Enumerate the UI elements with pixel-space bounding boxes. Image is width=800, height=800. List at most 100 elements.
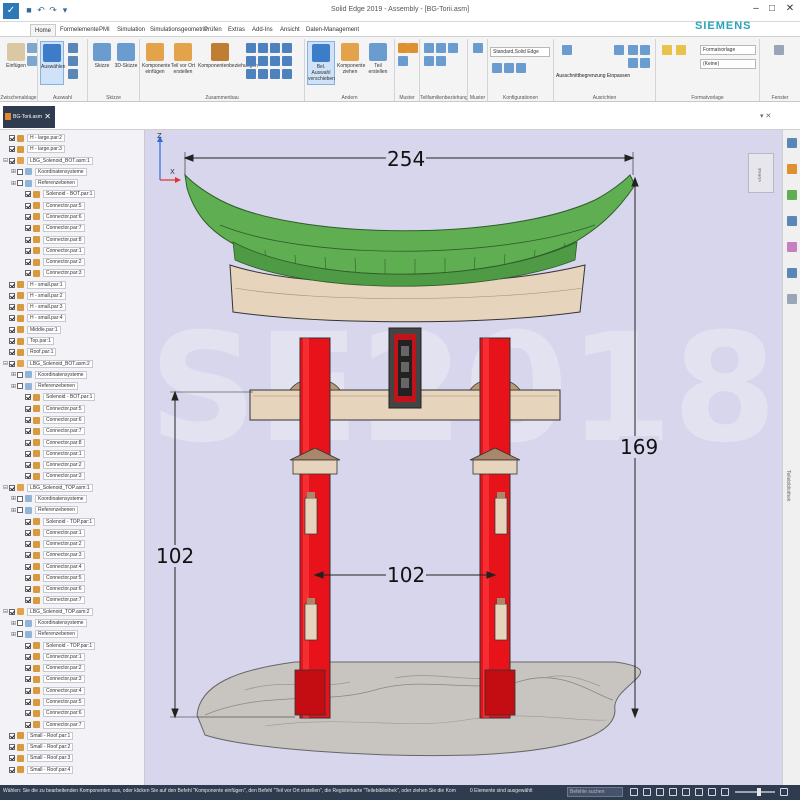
tree-row[interactable]: Connector.par:7 [18,719,85,731]
tree-visibility-checkbox[interactable] [25,574,31,581]
explode-config-icon[interactable] [504,63,514,73]
tree-visibility-checkbox[interactable] [17,620,23,627]
tree-row[interactable]: Connector.par:3 [18,470,85,482]
display-config-icon[interactable] [492,63,502,73]
tree-visibility-checkbox[interactable] [25,259,31,266]
tree-visibility-checkbox[interactable] [25,428,31,435]
tree-row[interactable]: Connector.par:5 [18,696,85,708]
tree-expander-icon[interactable]: ⊞ [10,180,17,187]
zoom-area-status-icon[interactable] [669,788,677,796]
tree-row[interactable]: ⊟ LBG_Solenoid_TOP.asm:1 [2,482,93,494]
zoom-slider[interactable] [735,791,775,793]
tree-visibility-checkbox[interactable] [9,292,15,299]
dimension-span-102[interactable]: 102 [386,564,427,586]
style-cube-icon[interactable] [662,45,672,55]
tab-add-ins[interactable]: Add-Ins [248,24,277,36]
alerts-dock-icon[interactable] [787,268,797,278]
pan-icon[interactable] [628,58,638,68]
save-icon[interactable]: ■ [24,5,34,15]
tree-row[interactable]: Solenoid - BOT.par:1 [18,391,96,403]
tree-row[interactable]: Connector.par:1 [18,651,85,663]
tree-row[interactable]: Connector.par:3 [18,549,85,561]
tree-visibility-checkbox[interactable] [25,270,31,277]
select-all-icon[interactable] [68,69,78,79]
tree-visibility-checkbox[interactable] [25,462,31,469]
tree-visibility-checkbox[interactable] [25,541,31,548]
family-edit-icon[interactable] [436,56,446,66]
tree-row[interactable]: ⊞ Referenzebenen [10,177,78,189]
tree-visibility-checkbox[interactable] [9,744,15,751]
tree-row[interactable]: Connector.par:6 [18,707,85,719]
tree-visibility-checkbox[interactable] [17,180,23,187]
window-arrange-icon[interactable] [774,45,784,55]
family-relation-icon[interactable] [448,43,458,53]
assembly-relations-button[interactable]: Komponentenbeziehungen [198,41,258,85]
tree-row[interactable]: Connector.par:7 [18,594,85,606]
tree-visibility-checkbox[interactable] [9,326,15,333]
family-icon[interactable] [424,43,434,53]
tree-row[interactable]: Top.par:1 [2,335,54,347]
tree-visibility-checkbox[interactable] [17,507,23,514]
tree-visibility-checkbox[interactable] [25,236,31,243]
tree-row[interactable]: Connector.par:3 [18,673,85,685]
tree-row[interactable]: Connector.par:5 [18,200,85,212]
tree-visibility-checkbox[interactable] [25,417,31,423]
connect-icon[interactable] [258,56,268,66]
copy-icon[interactable] [27,56,37,66]
search-icon[interactable] [630,788,638,796]
features-dock-icon[interactable] [787,294,797,304]
tree-row[interactable]: Small - Roof.par:3 [2,752,74,764]
command-search-input[interactable]: Befehle suchen [567,787,623,797]
tab-home[interactable]: Home [30,24,57,36]
mate-icon[interactable] [258,43,268,53]
cut-icon[interactable] [27,43,37,53]
rigid-set-icon[interactable] [282,69,292,79]
tree-visibility-checkbox[interactable] [25,642,31,649]
tree-row[interactable]: Connector.par:2 [18,256,85,268]
family-member-icon[interactable] [436,43,446,53]
tree-row[interactable]: ⊞ Referenzebenen [10,628,78,640]
dimension-height-169[interactable]: 169 [619,436,660,458]
fullscreen-icon[interactable] [780,788,788,796]
planar-align-icon[interactable] [270,43,280,53]
tree-visibility-checkbox[interactable] [25,676,31,683]
tree-visibility-checkbox[interactable] [9,732,15,739]
tree-row[interactable]: ⊞ Koordinatensysteme [10,166,87,178]
zoom-icon[interactable] [640,45,650,55]
tree-visibility-checkbox[interactable] [25,450,31,457]
tree-row[interactable]: Middle.par:1 [2,324,61,336]
cam-icon[interactable] [246,69,256,79]
path-icon[interactable] [270,69,280,79]
tree-row[interactable]: Connector.par:6 [18,583,85,595]
parts-library-dock-icon[interactable] [787,164,797,174]
tree-row[interactable]: Connector.par:5 [18,403,85,415]
tree-row[interactable]: Connector.par:2 [18,662,85,674]
sensors-dock-icon[interactable] [787,216,797,226]
tree-expander-icon[interactable]: ⊞ [10,631,17,638]
tree-row[interactable]: H - small.par:3 [2,301,66,313]
tree-visibility-checkbox[interactable] [9,281,15,288]
pattern-icon[interactable] [398,43,408,53]
tree-visibility-checkbox[interactable] [9,755,15,762]
minimize-button[interactable]: – [748,2,764,16]
style-combo[interactable]: Formatvorlage [700,45,756,55]
tree-visibility-checkbox[interactable] [25,721,31,728]
3d-sketch-button[interactable]: 3D-Skizze [114,41,138,85]
reports-dock-icon[interactable] [787,242,797,252]
tree-visibility-checkbox[interactable] [25,394,31,401]
insert-component-button[interactable]: Komponente einfügen [142,41,170,85]
part-in-place-button[interactable]: Teil vor Ort erstellen [170,41,196,85]
clip-area-icon[interactable] [562,45,572,55]
document-tab-close-icon[interactable]: ✕ [44,106,51,128]
tree-visibility-checkbox[interactable] [9,338,15,345]
tree-row[interactable]: Small - Roof.par:2 [2,741,74,753]
tree-row[interactable]: Connector.par:7 [18,425,85,437]
tree-row[interactable]: ⊞ Koordinatensysteme [10,369,87,381]
tree-visibility-checkbox[interactable] [25,699,31,705]
tree-expander-icon[interactable]: ⊞ [10,371,17,378]
tab-pmi[interactable]: PMI [95,24,114,36]
tree-visibility-checkbox[interactable] [25,247,31,254]
tree-row[interactable]: Connector.par:1 [18,527,85,539]
tree-row[interactable]: Connector.par:2 [18,459,85,471]
tab-simulation[interactable]: Simulation [113,24,149,36]
